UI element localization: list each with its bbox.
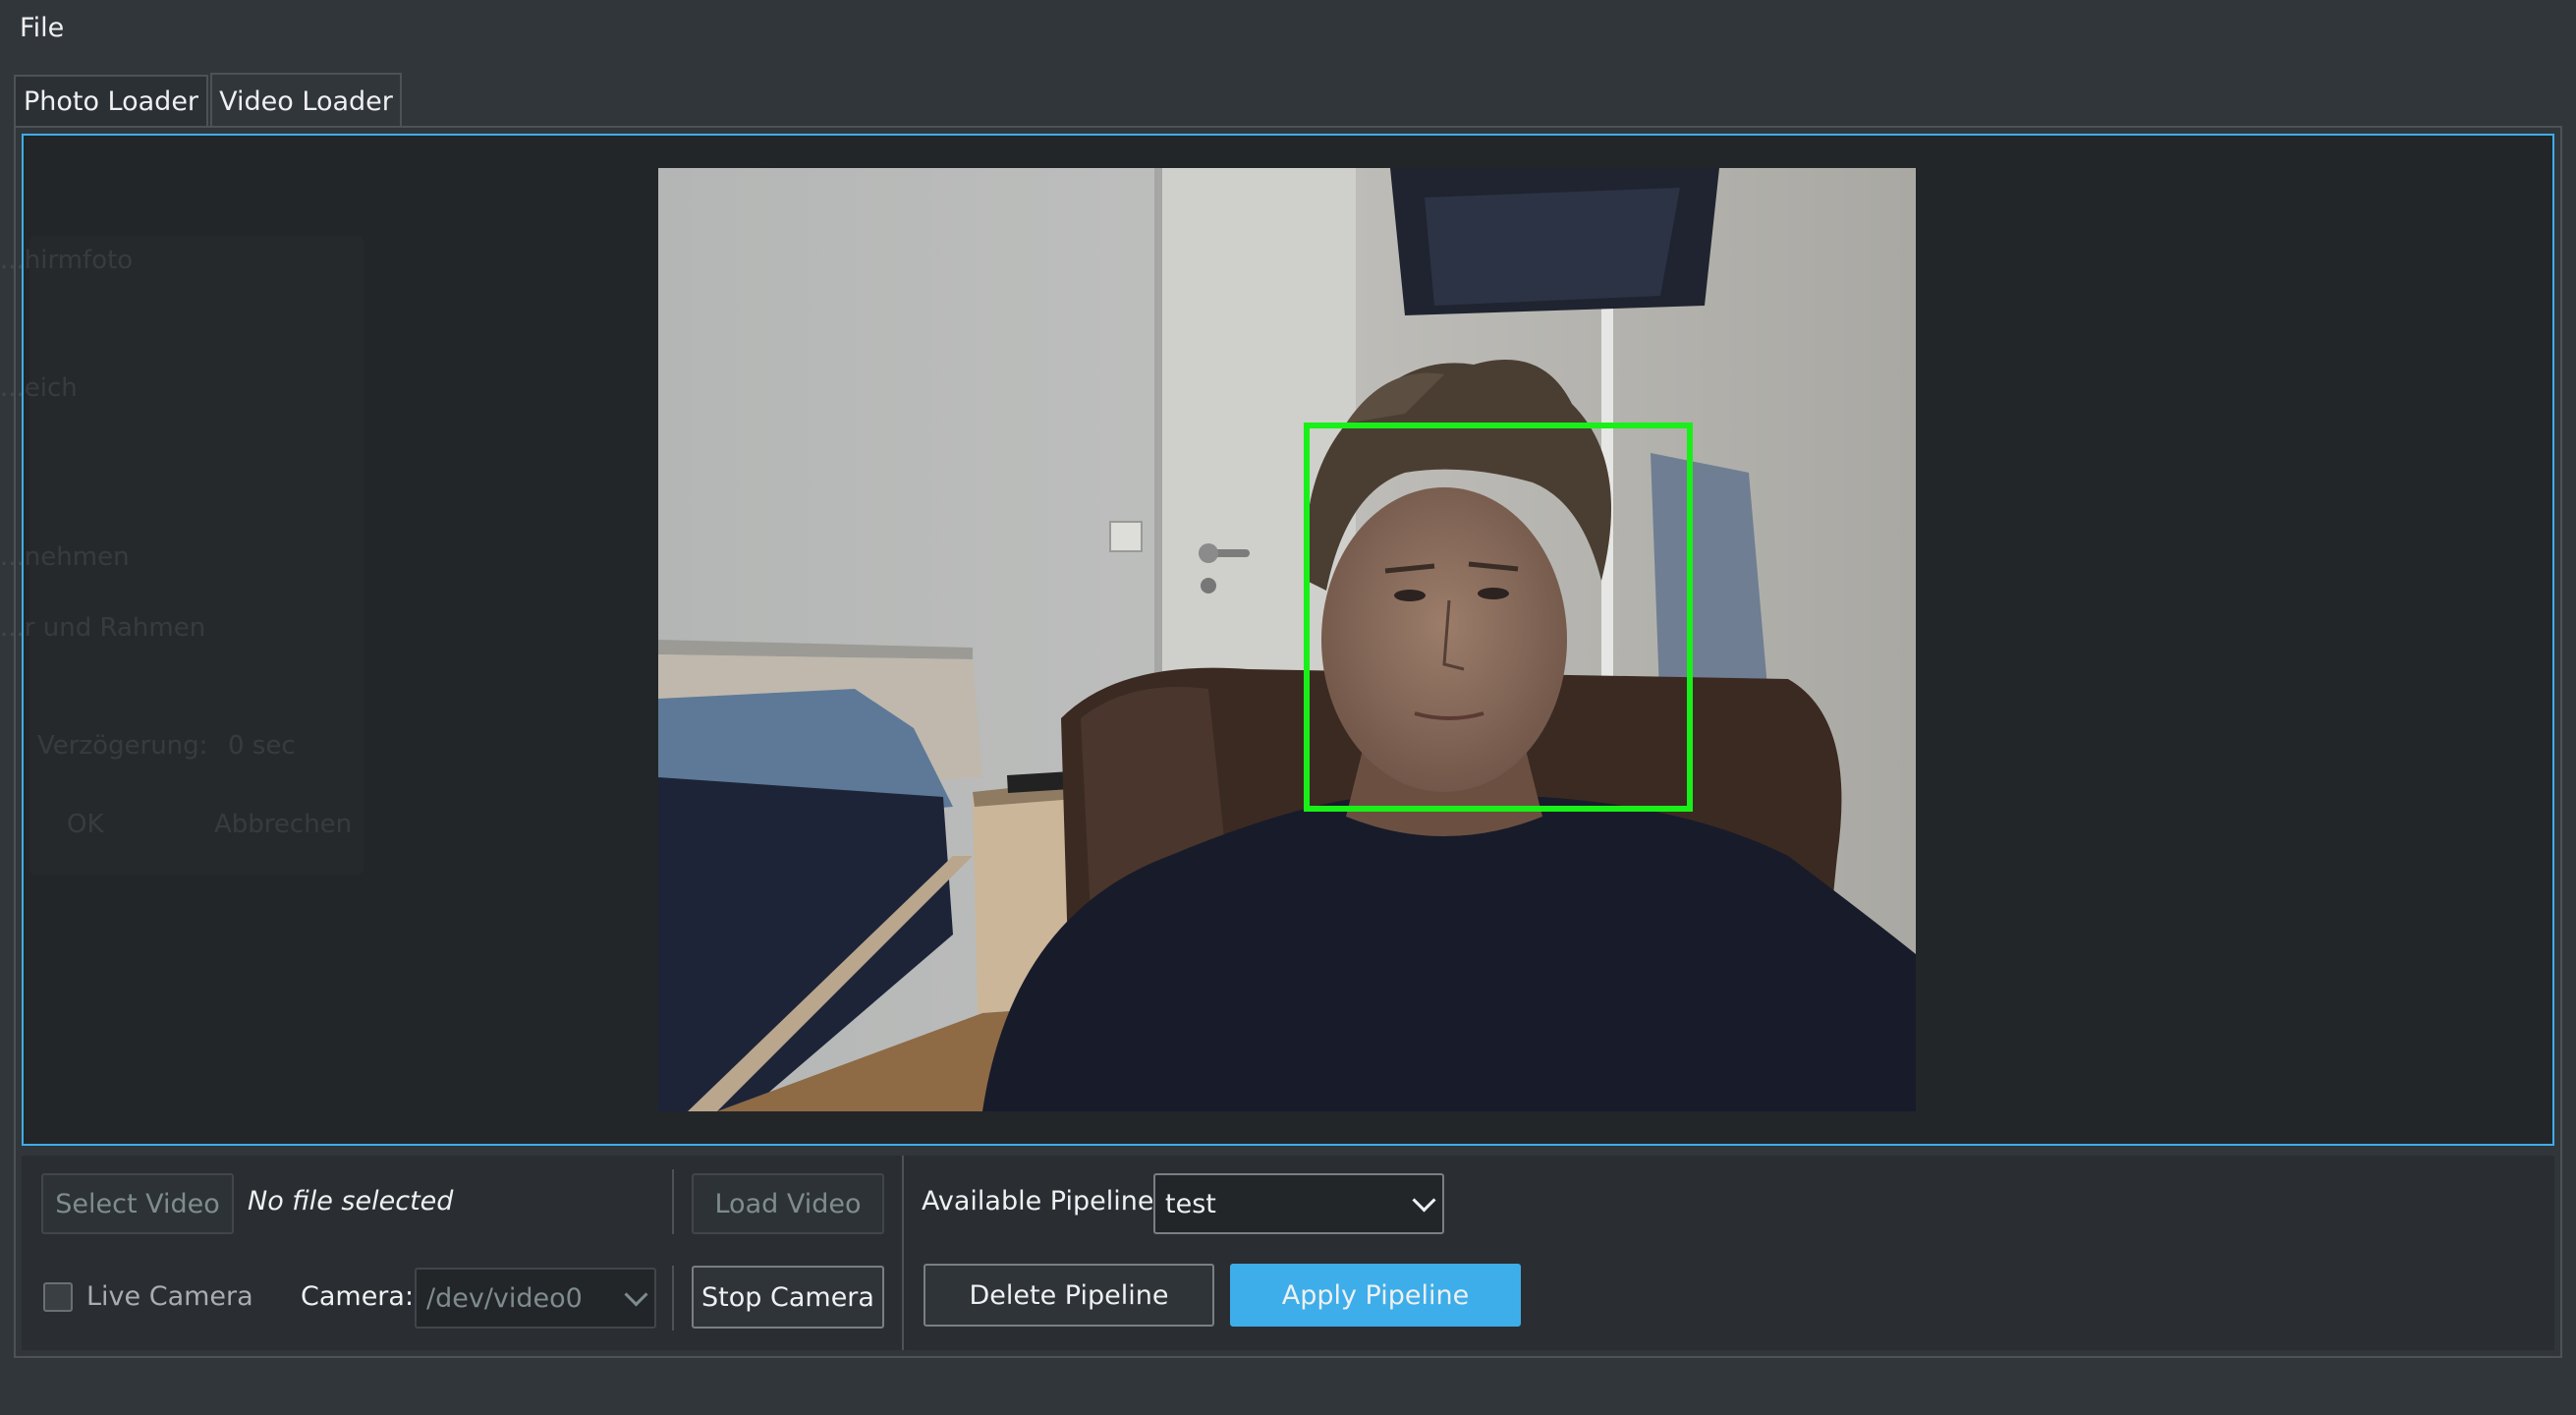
separator <box>902 1156 904 1350</box>
ghost-delay-label: Verzögerung: <box>37 731 208 761</box>
ghost-item: ...eich <box>0 373 78 403</box>
camera-select-value: /dev/video0 <box>426 1282 583 1314</box>
menu-file[interactable]: File <box>20 13 64 43</box>
camera-select[interactable]: /dev/video0 <box>415 1268 656 1329</box>
live-camera-label: Live Camera <box>86 1281 253 1312</box>
separator <box>672 1266 674 1330</box>
file-status-label: No file selected <box>248 1186 454 1217</box>
load-video-button[interactable]: Load Video <box>692 1173 884 1234</box>
select-video-button[interactable]: Select Video <box>41 1173 234 1234</box>
pipeline-select-value: test <box>1165 1188 1216 1219</box>
ghost-delay-value: 0 sec <box>228 731 296 761</box>
menu-bar: File <box>0 0 2576 61</box>
delete-pipeline-button[interactable]: Delete Pipeline <box>924 1264 1214 1327</box>
separator <box>672 1169 674 1234</box>
apply-pipeline-button[interactable]: Apply Pipeline <box>1230 1264 1521 1327</box>
ghost-cancel: Abbrechen <box>214 810 353 839</box>
ghost-item: ...nehmen <box>0 542 130 572</box>
available-pipeline-label: Available Pipeline: <box>922 1186 1163 1217</box>
live-camera-checkbox[interactable] <box>43 1282 73 1312</box>
ghost-title: ...hirmfoto <box>0 246 134 275</box>
chevron-down-icon <box>1412 1188 1436 1213</box>
ghost-ok: OK <box>67 810 104 839</box>
camera-frame-image <box>658 168 1916 1111</box>
pipeline-select[interactable]: test <box>1153 1173 1444 1234</box>
tab-photo-loader[interactable]: Photo Loader <box>14 75 208 126</box>
stop-camera-button[interactable]: Stop Camera <box>692 1266 884 1329</box>
chevron-down-icon <box>624 1282 648 1307</box>
tab-video-loader[interactable]: Video Loader <box>210 73 402 128</box>
camera-label: Camera: <box>301 1281 415 1312</box>
ghost-item: ...r und Rahmen <box>0 613 206 643</box>
